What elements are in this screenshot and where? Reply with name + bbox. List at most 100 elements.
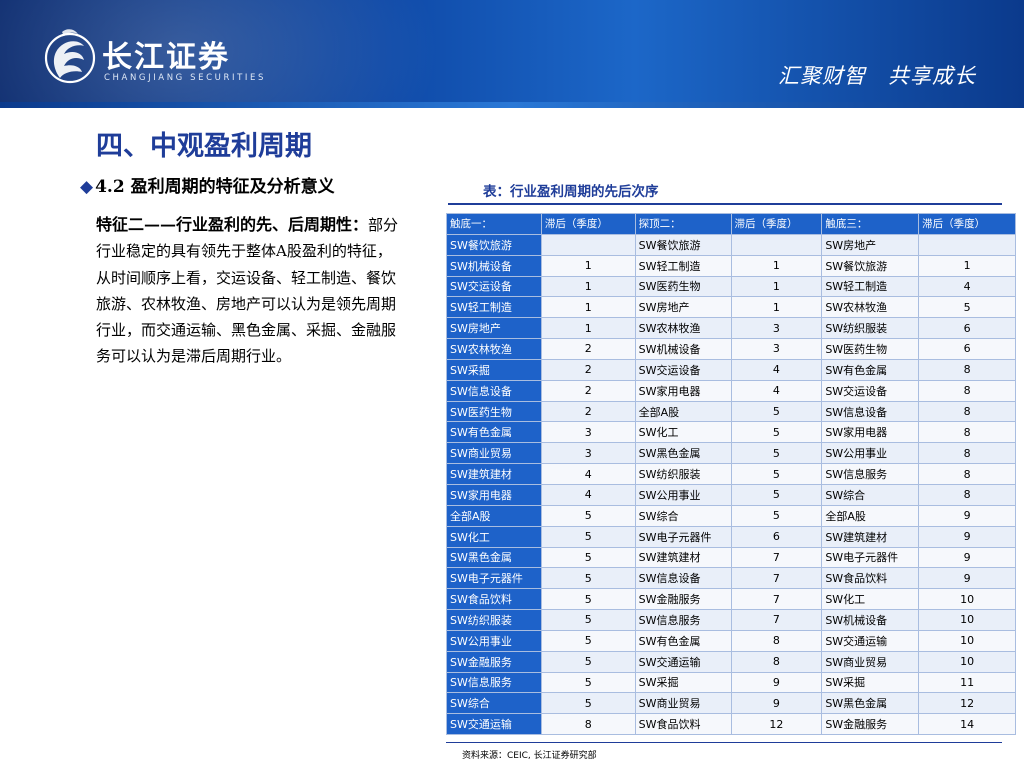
header-banner: 长江证券 CHANGJIANG SECURITIES 汇聚财智 共享成长 (0, 0, 1024, 108)
caption-divider (448, 203, 1002, 205)
bottom3-industry-cell: SW商业贸易 (821, 650, 920, 673)
bottom1-lag-cell: 5 (540, 588, 636, 611)
top2-industry-cell: 全部A股 (634, 400, 732, 423)
top2-industry-cell: SW商业贸易 (634, 692, 732, 715)
table-row: SW餐饮旅游 SW餐饮旅游 SW房地产 (446, 233, 1016, 256)
top2-lag-cell: 3 (730, 317, 823, 340)
bottom1-lag-cell: 5 (540, 629, 636, 652)
top2-lag-cell: 1 (730, 275, 823, 298)
bottom1-lag-cell: 1 (540, 317, 636, 340)
bottom3-industry-cell: SW金融服务 (821, 713, 920, 736)
company-logo: 长江证券 CHANGJIANG SECURITIES (44, 26, 284, 90)
bottom1-industry-cell: SW食品饮料 (446, 588, 542, 611)
bottom3-lag-cell: 12 (918, 692, 1016, 715)
bottom3-lag-cell: 14 (918, 713, 1016, 736)
bottom1-industry-cell: SW纺织服装 (446, 609, 542, 631)
table-row: SW商业贸易 3 SW黑色金属 5 SW公用事业 8 (446, 442, 1016, 465)
top2-industry-cell: SW医药生物 (634, 275, 732, 298)
top2-lag-cell: 5 (730, 463, 823, 485)
bottom1-lag-cell: 1 (540, 275, 636, 298)
column-header: 触底三： (821, 213, 920, 235)
table-row: SW医药生物 2 全部A股 5 SW信息设备 8 (446, 400, 1016, 423)
bottom1-lag-cell: 5 (540, 567, 636, 590)
table-row: SW食品饮料 5 SW金融服务 7 SW化工 10 (446, 588, 1016, 611)
bottom3-lag-cell: 9 (918, 504, 1016, 527)
bottom3-lag-cell: 8 (918, 379, 1016, 402)
table-row: SW纺织服装 5 SW信息服务 7 SW机械设备 10 (446, 609, 1016, 631)
bottom1-industry-cell: SW建筑建材 (446, 463, 542, 485)
table-row: SW采掘 2 SW交运设备 4 SW有色金属 8 (446, 358, 1016, 381)
bottom1-industry-cell: SW商业贸易 (446, 442, 542, 465)
bottom3-lag-cell: 10 (918, 650, 1016, 673)
top2-lag-cell: 9 (730, 692, 823, 715)
bottom1-lag-cell: 4 (540, 463, 636, 485)
slogan: 汇聚财智 共享成长 (778, 64, 976, 88)
top2-industry-cell: SW电子元器件 (634, 525, 732, 548)
bottom3-lag-cell: 10 (918, 588, 1016, 611)
bottom3-industry-cell: 全部A股 (821, 504, 920, 527)
bottom3-lag-cell: 4 (918, 275, 1016, 298)
bottom1-industry-cell: SW化工 (446, 525, 542, 548)
bottom3-lag-cell: 8 (918, 463, 1016, 485)
top2-industry-cell: SW房地产 (634, 296, 732, 319)
table-row: SW交通运输 8 SW食品饮料 12 SW金融服务 14 (446, 713, 1016, 736)
table-row: SW黑色金属 5 SW建筑建材 7 SW电子元器件 9 (446, 546, 1016, 569)
top2-industry-cell: SW交通运输 (634, 650, 732, 673)
table-row: SW公用事业 5 SW有色金属 8 SW交通运输 10 (446, 629, 1016, 652)
top2-industry-cell: SW交运设备 (634, 358, 732, 381)
bottom3-lag-cell (918, 233, 1016, 256)
bottom1-lag-cell: 3 (540, 442, 636, 465)
top2-industry-cell: SW综合 (634, 504, 732, 527)
top2-lag-cell: 5 (730, 442, 823, 465)
bottom1-industry-cell: 全部A股 (446, 504, 542, 527)
top2-lag-cell: 7 (730, 546, 823, 569)
top2-lag-cell: 8 (730, 629, 823, 652)
table-row: 全部A股 5 SW综合 5 全部A股 9 (446, 504, 1016, 527)
bottom3-lag-cell: 10 (918, 609, 1016, 631)
body-emphasis: 特征二——行业盈利的先、后周期性： (96, 215, 369, 234)
top2-industry-cell: SW化工 (634, 421, 732, 444)
bottom3-lag-cell: 1 (918, 254, 1016, 277)
top2-lag-cell: 5 (730, 504, 823, 527)
bottom3-industry-cell: SW家用电器 (821, 421, 920, 444)
top2-industry-cell: SW餐饮旅游 (634, 233, 732, 256)
bottom3-industry-cell: SW化工 (821, 588, 920, 611)
bottom3-lag-cell: 8 (918, 400, 1016, 423)
top2-lag-cell: 5 (730, 483, 823, 506)
bottom1-industry-cell: SW金融服务 (446, 650, 542, 673)
table-row: SW信息设备 2 SW家用电器 4 SW交运设备 8 (446, 379, 1016, 402)
bottom1-lag-cell: 4 (540, 483, 636, 506)
industry-cycle-table: 触底一： 滞后（季度） 探顶二： 滞后（季度） 触底三： 滞后（季度） SW餐饮… (446, 213, 1016, 736)
bottom1-lag-cell: 2 (540, 338, 636, 360)
top2-lag-cell: 8 (730, 650, 823, 673)
bottom1-industry-cell: SW公用事业 (446, 629, 542, 652)
body-text: 部分行业稳定的具有领先于整体A股盈利的特征，从时间顺序上看，交运设备、轻工制造、… (96, 216, 399, 366)
top2-industry-cell: SW信息服务 (634, 609, 732, 631)
source-note: 资料来源：CEIC, 长江证券研究部 (462, 751, 597, 761)
bottom1-lag-cell: 2 (540, 379, 636, 402)
bottom1-industry-cell: SW交运设备 (446, 275, 542, 298)
top2-lag-cell: 3 (730, 338, 823, 360)
bottom3-lag-cell: 6 (918, 317, 1016, 340)
bottom1-industry-cell: SW机械设备 (446, 254, 542, 277)
table-row: SW轻工制造 1 SW房地产 1 SW农林牧渔 5 (446, 296, 1016, 319)
table-row: SW电子元器件 5 SW信息设备 7 SW食品饮料 9 (446, 567, 1016, 590)
bottom3-lag-cell: 9 (918, 567, 1016, 590)
bottom1-lag-cell: 5 (540, 671, 636, 694)
bottom1-industry-cell: SW餐饮旅游 (446, 233, 542, 256)
diamond-bullet-icon: ◆ (80, 177, 94, 197)
column-header: 滞后（季度） (540, 213, 636, 235)
bottom1-industry-cell: SW信息设备 (446, 379, 542, 402)
bottom3-lag-cell: 6 (918, 338, 1016, 360)
top2-industry-cell: SW建筑建材 (634, 546, 732, 569)
page-title: 四、中观盈利周期 (96, 131, 312, 162)
top2-lag-cell: 1 (730, 296, 823, 319)
bottom1-industry-cell: SW医药生物 (446, 400, 542, 423)
top2-industry-cell: SW家用电器 (634, 379, 732, 402)
bottom3-industry-cell: SW食品饮料 (821, 567, 920, 590)
dragon-logo-icon (44, 29, 96, 84)
table-row: SW农林牧渔 2 SW机械设备 3 SW医药生物 6 (446, 338, 1016, 360)
bottom1-lag-cell: 2 (540, 400, 636, 423)
bottom3-industry-cell: SW机械设备 (821, 609, 920, 631)
bottom3-industry-cell: SW黑色金属 (821, 692, 920, 715)
